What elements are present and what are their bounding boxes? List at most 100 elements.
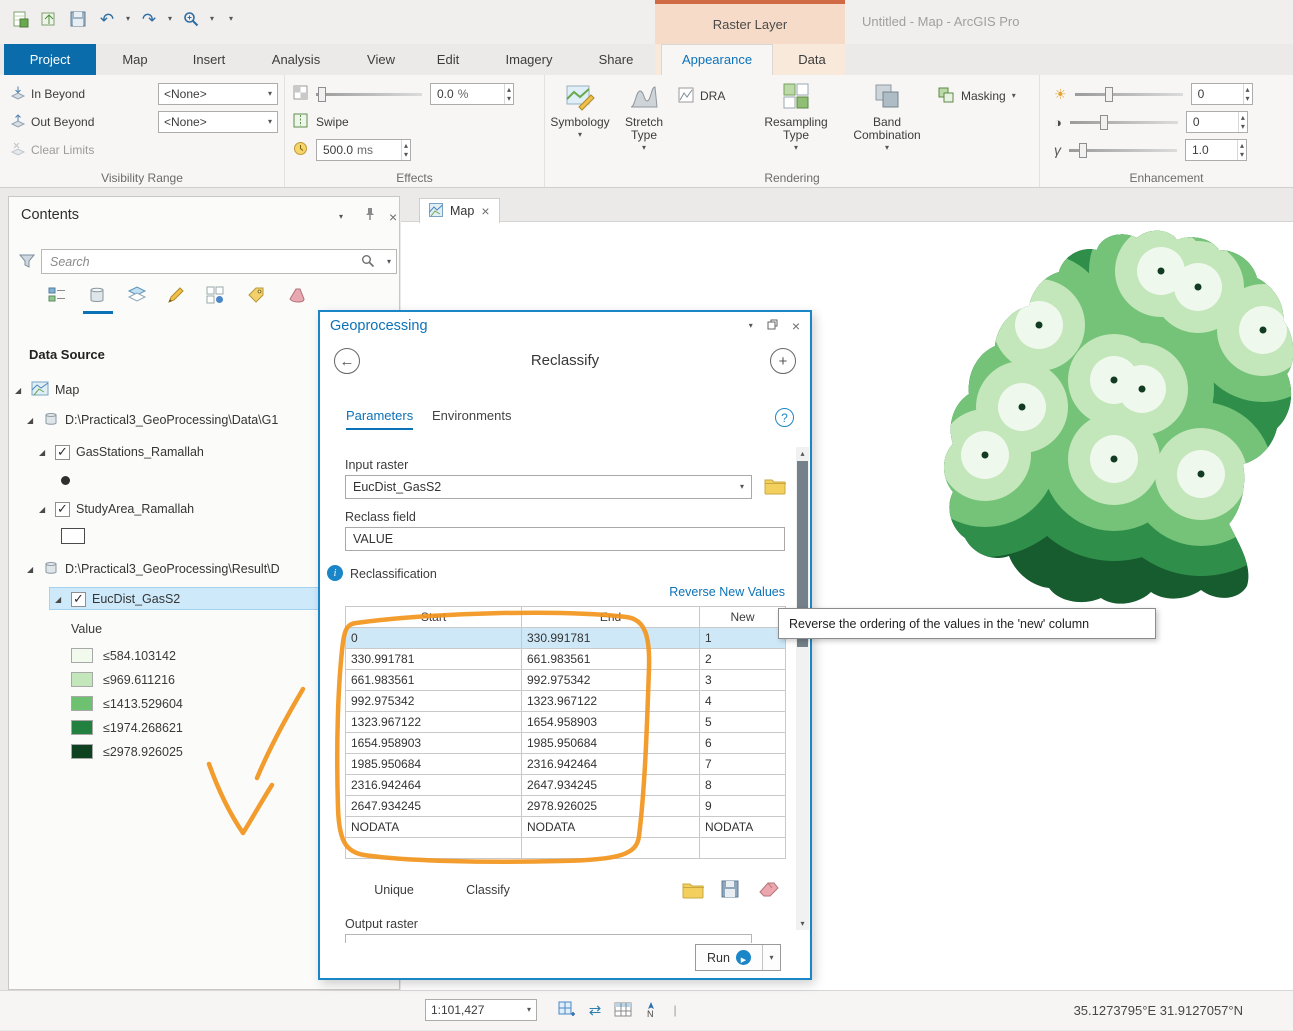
expander-icon[interactable] xyxy=(27,565,37,574)
qat-customize-icon[interactable] xyxy=(229,15,233,23)
tab-edit[interactable]: Edit xyxy=(420,44,476,75)
redo-button[interactable] xyxy=(139,9,159,29)
tree-item-eucdist[interactable]: EucDist_GasS2 xyxy=(55,588,180,610)
clear-limits-label[interactable]: Clear Limits xyxy=(31,143,94,157)
reclass-table[interactable]: Start End New 0 330.991781 1 330.991781 661… xyxy=(345,606,786,859)
filter-icon[interactable] xyxy=(18,253,36,272)
layer-visibility-checkbox[interactable] xyxy=(71,591,86,607)
table-row[interactable]: 0 330.991781 1 xyxy=(345,627,786,649)
layer-visibility-checkbox[interactable] xyxy=(55,444,70,460)
close-icon[interactable] xyxy=(481,204,489,218)
resampling-type-button[interactable]: Resampling Type xyxy=(760,81,832,152)
spinner-arrows-icon[interactable] xyxy=(1237,112,1247,132)
qat-open-project-icon[interactable] xyxy=(39,9,59,29)
north-arrow-icon[interactable]: N xyxy=(640,999,662,1021)
tab-project[interactable]: Project xyxy=(4,44,96,75)
brightness-slider[interactable] xyxy=(1074,86,1183,102)
classify-button[interactable]: Classify xyxy=(452,878,524,902)
run-button[interactable]: Run xyxy=(695,944,781,971)
unique-button[interactable]: Unique xyxy=(358,878,430,902)
tab-environments[interactable]: Environments xyxy=(432,408,511,428)
reverse-new-values-link[interactable]: Reverse New Values xyxy=(345,585,785,599)
expander-icon[interactable] xyxy=(39,448,49,457)
table-row[interactable] xyxy=(345,837,786,859)
pin-icon[interactable] xyxy=(363,207,377,224)
help-icon[interactable] xyxy=(775,408,794,427)
spinner-arrows-icon[interactable] xyxy=(503,84,513,104)
expander-icon[interactable] xyxy=(39,505,49,514)
table-row[interactable]: 1985.950684 2316.942464 7 xyxy=(345,753,786,775)
list-by-drawing-order-icon[interactable] xyxy=(47,285,67,308)
tab-parameters[interactable]: Parameters xyxy=(346,408,414,430)
spinner-arrows-icon[interactable] xyxy=(1242,84,1252,104)
run-options-dropdown[interactable] xyxy=(762,945,780,970)
tab-share[interactable]: Share xyxy=(584,44,648,75)
add-to-model-button[interactable] xyxy=(770,348,796,374)
tab-view[interactable]: View xyxy=(351,44,411,75)
scroll-up-icon[interactable] xyxy=(796,447,809,460)
flicker-spinbox[interactable]: 500.0 ms xyxy=(316,139,411,161)
load-table-folder-icon[interactable] xyxy=(682,880,704,902)
undo-dropdown-icon[interactable] xyxy=(126,15,130,23)
tree-item-geodatabase-data[interactable]: D:\Practical3_GeoProcessing\Data\G1 xyxy=(27,409,327,431)
spinner-arrows-icon[interactable] xyxy=(1236,140,1246,160)
tree-item-geodatabase-result[interactable]: D:\Practical3_GeoProcessing\Result\D xyxy=(27,558,327,580)
qat-new-project-icon[interactable] xyxy=(10,9,30,29)
tree-item-gas-stations[interactable]: GasStations_Ramallah xyxy=(39,441,204,463)
info-icon[interactable]: i xyxy=(327,565,343,581)
save-table-icon[interactable] xyxy=(720,879,740,902)
table-row[interactable]: 2316.942464 2647.934245 8 xyxy=(345,774,786,796)
gamma-slider[interactable] xyxy=(1069,142,1177,158)
table-row[interactable]: 661.983561 992.975342 3 xyxy=(345,669,786,691)
swipe-label[interactable]: Swipe xyxy=(316,115,349,129)
tab-imagery[interactable]: Imagery xyxy=(492,44,566,75)
gamma-spinbox[interactable]: 1.0 xyxy=(1185,139,1247,161)
table-row[interactable]: 330.991781 661.983561 2 xyxy=(345,648,786,670)
column-header-start[interactable]: Start xyxy=(345,606,522,628)
list-by-labeling-icon[interactable] xyxy=(246,285,266,308)
list-by-snapping-icon[interactable] xyxy=(205,285,225,308)
search-input[interactable] xyxy=(41,249,397,274)
expander-icon[interactable] xyxy=(27,416,37,425)
search-options-icon[interactable] xyxy=(387,258,391,266)
gamma-slider-thumb[interactable] xyxy=(1079,142,1087,158)
band-combination-button[interactable]: Band Combination xyxy=(845,81,929,152)
map-scale-combobox[interactable]: 1:101,427 xyxy=(425,999,537,1021)
tab-insert[interactable]: Insert xyxy=(179,44,239,75)
undo-button[interactable] xyxy=(97,9,117,29)
contrast-spinbox[interactable]: 0 xyxy=(1185,111,1248,133)
masking-button[interactable]: Masking xyxy=(937,85,1016,107)
column-header-end[interactable]: End xyxy=(521,606,700,628)
pane-menu-icon[interactable] xyxy=(339,213,343,221)
brightness-slider-thumb[interactable] xyxy=(1104,86,1113,102)
list-by-perspective-icon[interactable] xyxy=(287,285,307,308)
reclass-field-combobox[interactable]: VALUE xyxy=(345,527,785,551)
transparency-slider[interactable] xyxy=(316,86,422,102)
expander-icon[interactable] xyxy=(15,386,25,395)
browse-folder-icon[interactable] xyxy=(764,476,786,498)
transparency-spinbox[interactable]: 0.0% xyxy=(430,83,514,105)
attribute-table-icon[interactable] xyxy=(612,999,634,1021)
polygon-symbol[interactable] xyxy=(61,525,85,547)
redo-dropdown-icon[interactable] xyxy=(168,15,172,23)
tree-item-study-area[interactable]: StudyArea_Ramallah xyxy=(39,498,194,520)
output-raster-input[interactable] xyxy=(345,934,752,943)
input-raster-combobox[interactable]: EucDist_GasS2 xyxy=(345,475,752,499)
tab-data[interactable]: Data xyxy=(782,44,842,75)
tab-appearance[interactable]: Appearance xyxy=(661,44,773,75)
close-icon[interactable] xyxy=(389,210,397,224)
close-icon[interactable] xyxy=(792,319,800,333)
tab-map[interactable]: Map xyxy=(107,44,163,75)
expander-icon[interactable] xyxy=(55,595,65,604)
scrollbar[interactable] xyxy=(796,447,809,930)
spinner-arrows-icon[interactable] xyxy=(400,140,410,160)
table-row[interactable]: 1654.958903 1985.950684 6 xyxy=(345,732,786,754)
selection-grid-icon[interactable] xyxy=(556,999,578,1021)
pane-menu-icon[interactable] xyxy=(749,322,753,330)
contrast-slider[interactable] xyxy=(1069,114,1178,130)
contrast-slider-thumb[interactable] xyxy=(1099,114,1108,130)
zoom-dropdown-icon[interactable] xyxy=(210,15,214,23)
column-header-new[interactable]: New xyxy=(699,606,786,628)
stretch-type-button[interactable]: Stretch Type xyxy=(615,81,673,152)
list-by-editing-icon[interactable] xyxy=(166,285,186,308)
